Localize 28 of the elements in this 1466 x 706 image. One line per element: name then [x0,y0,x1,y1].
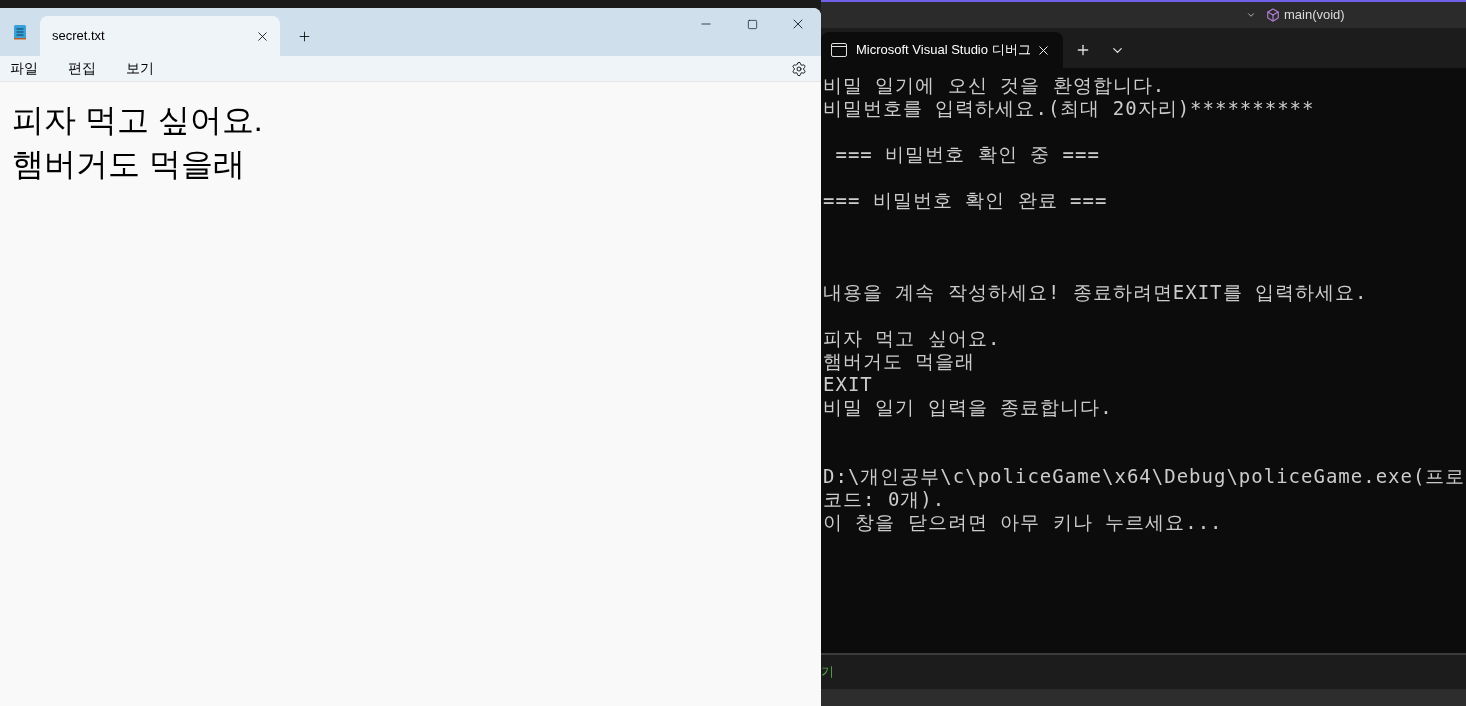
output-text: 기 [821,663,834,682]
maximize-icon[interactable] [746,18,758,30]
new-tab-icon[interactable] [1075,42,1091,58]
file-tab[interactable]: secret.txt [40,16,280,56]
console-output-line: EXIT [823,373,873,396]
console-output-line: 이 창을 닫으려면 아무 키나 누르세요... [823,511,1223,534]
menu-item[interactable]: 편집 [68,58,96,79]
new-tab-icon[interactable] [296,28,312,44]
console-output-line: 피자 먹고 싶어요. [823,327,1001,350]
console-output-line: D:\개인공부\c\policeGame\x64\Debug\policeGame.exe(프로 [823,465,1466,488]
menu-item[interactable]: 파일 [10,58,38,79]
console-output-line: 비밀번호를 입력하세요.(최대 20자리)********** [823,97,1315,120]
function-scope[interactable]: main(void) [1284,5,1345,25]
notepad-icon [13,24,27,40]
console-icon [831,43,847,57]
console-tab[interactable]: Microsoft Visual Studio 디버그 [821,32,1063,68]
console-output-line: 코드: 0개). [823,488,946,511]
document-text-line: 피자 먹고 싶어요. [12,101,264,140]
console-output-line: 내용을 계속 작성하세요! 종료하려면EXIT를 입력하세요. [823,281,1368,304]
menu-item[interactable]: 보기 [126,58,154,79]
console-output-line: === 비밀번호 확인 완료 === [823,189,1108,212]
console-output-line: 비밀 일기에 오신 것을 환영합니다. [823,74,1166,97]
settings-icon[interactable] [791,60,807,77]
dropdown-caret-icon[interactable] [1246,10,1256,20]
console-output-line: 비밀 일기 입력을 종료합니다. [823,396,1113,419]
document-text-line: 햄버거도 먹을래 [12,145,246,184]
console-output-line: 햄버거도 먹을래 [823,350,976,373]
console-output-line: === 비밀번호 확인 중 === [834,143,1100,166]
